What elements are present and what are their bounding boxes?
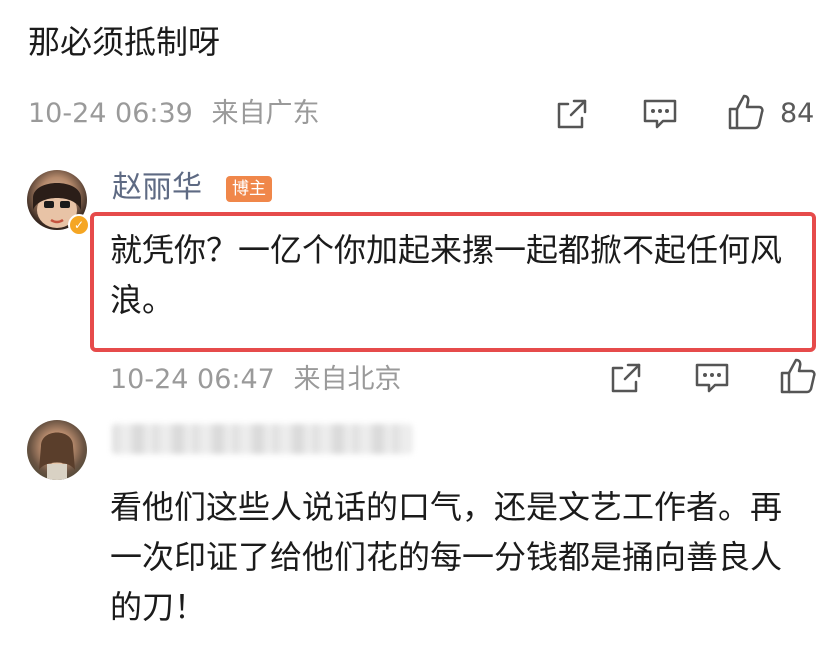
share-icon <box>611 363 641 393</box>
comment-timestamp: 10-24 06:39 <box>28 98 193 129</box>
reply-share-button[interactable] <box>604 356 648 400</box>
reply-like-button[interactable] <box>776 354 820 398</box>
avatar-image <box>39 432 75 480</box>
comment-text: 看他们这些人说话的口气，还是文艺工作者。再一次印证了给他们花的每一分钱都是捅向善… <box>110 488 783 626</box>
comment-icon <box>643 99 677 129</box>
comment-button[interactable] <box>638 92 682 136</box>
reply-location: 来自北京 <box>293 364 402 395</box>
share-button[interactable] <box>550 92 594 136</box>
thumbs-up-icon <box>780 358 816 394</box>
share-icon <box>557 99 587 129</box>
comment-location: 来自广东 <box>211 98 320 129</box>
comment-icon <box>695 363 729 393</box>
like-count: 84 <box>780 98 815 129</box>
reply-timestamp: 10-24 06:47 <box>110 364 275 395</box>
comment-meta: 10-24 06:39 来自广东 <box>28 96 319 132</box>
reply-comment-button[interactable] <box>690 356 734 400</box>
reply-meta: 10-24 06:47 来自北京 <box>110 362 401 398</box>
thumbs-up-icon <box>728 94 764 130</box>
comment-text: 那必须抵制呀 <box>28 23 221 61</box>
blogger-badge: 博主 <box>226 176 272 202</box>
reply-text: 就凭你？一亿个你加起来摞一起都掀不起任何风浪。 <box>110 231 783 319</box>
verified-badge-icon: ✓ <box>68 214 90 236</box>
username-blurred[interactable] <box>112 424 412 454</box>
like-button[interactable] <box>724 90 768 134</box>
username[interactable]: 赵丽华 <box>112 168 202 208</box>
avatar[interactable] <box>27 420 87 480</box>
